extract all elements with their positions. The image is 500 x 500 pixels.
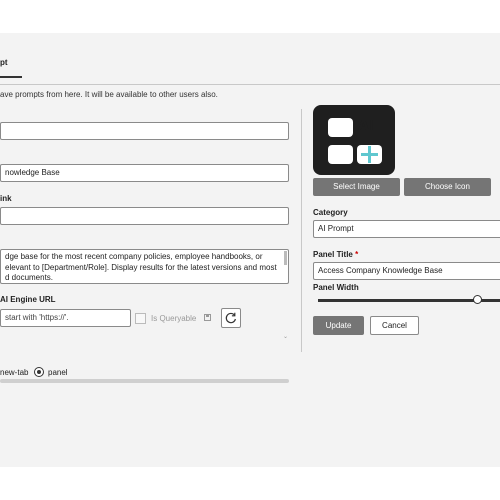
panel-radio[interactable] xyxy=(34,367,44,377)
name-input[interactable] xyxy=(0,122,289,140)
category-label: Category xyxy=(313,208,348,217)
tab-divider xyxy=(0,84,500,85)
textarea-scrollbar[interactable] xyxy=(284,251,287,265)
panel-width-slider-thumb[interactable] xyxy=(473,295,482,304)
cancel-button[interactable]: Cancel xyxy=(370,316,419,335)
chevron-down-icon[interactable]: ⌄ xyxy=(283,333,288,340)
new-tab-option-label[interactable]: new-tab xyxy=(0,368,28,377)
category-select[interactable]: AI Prompt xyxy=(313,220,500,238)
tab-active-indicator xyxy=(0,76,22,78)
plus-icon xyxy=(357,145,382,164)
refresh-button[interactable] xyxy=(221,308,241,328)
ai-engine-url-input[interactable]: start with 'https://'. xyxy=(0,309,131,327)
horizontal-scrollbar[interactable] xyxy=(0,379,289,383)
column-divider xyxy=(301,109,302,352)
link-label: ink xyxy=(0,194,12,203)
panel-title-label: Panel Title * xyxy=(313,250,358,259)
title-input[interactable]: nowledge Base xyxy=(0,164,289,182)
panel-description: ave prompts from here. It will be availa… xyxy=(0,90,218,99)
panel-radio-dot xyxy=(37,370,41,374)
update-button[interactable]: Update xyxy=(313,316,364,335)
ai-engine-url-label: AI Engine URL xyxy=(0,295,56,304)
prompt-icon-preview: AI xyxy=(313,105,395,175)
prompt-line-3: d documents. xyxy=(5,273,54,282)
icon-square-bottom-left xyxy=(328,145,353,164)
is-queryable-checkbox[interactable] xyxy=(135,313,146,324)
prompt-line-1: dge base for the most recent company pol… xyxy=(5,252,263,261)
icon-square-top-left xyxy=(328,118,353,137)
refresh-icon xyxy=(225,312,236,324)
required-marker: * xyxy=(355,250,359,259)
prompt-line-2: elevant to [Department/Role]. Display re… xyxy=(5,262,277,272)
prompt-textarea[interactable]: dge base for the most recent company pol… xyxy=(0,249,289,284)
prompt-editor-panel: pt ave prompts from here. It will be ava… xyxy=(0,33,500,467)
ai-icon-text: AI xyxy=(358,118,375,134)
is-queryable-label: Is Queryable xyxy=(151,314,197,323)
link-input[interactable] xyxy=(0,207,289,225)
panel-title-input[interactable]: Access Company Knowledge Base xyxy=(313,262,500,280)
panel-option-label[interactable]: panel xyxy=(48,368,68,377)
select-image-button[interactable]: Select Image xyxy=(313,178,400,196)
tab-prompt[interactable]: pt xyxy=(0,58,8,67)
plus-vertical xyxy=(368,146,371,163)
panel-title-label-text: Panel Title xyxy=(313,250,353,259)
save-icon[interactable] xyxy=(204,314,211,321)
panel-width-label: Panel Width xyxy=(313,283,359,292)
choose-icon-button[interactable]: Choose Icon xyxy=(404,178,491,196)
